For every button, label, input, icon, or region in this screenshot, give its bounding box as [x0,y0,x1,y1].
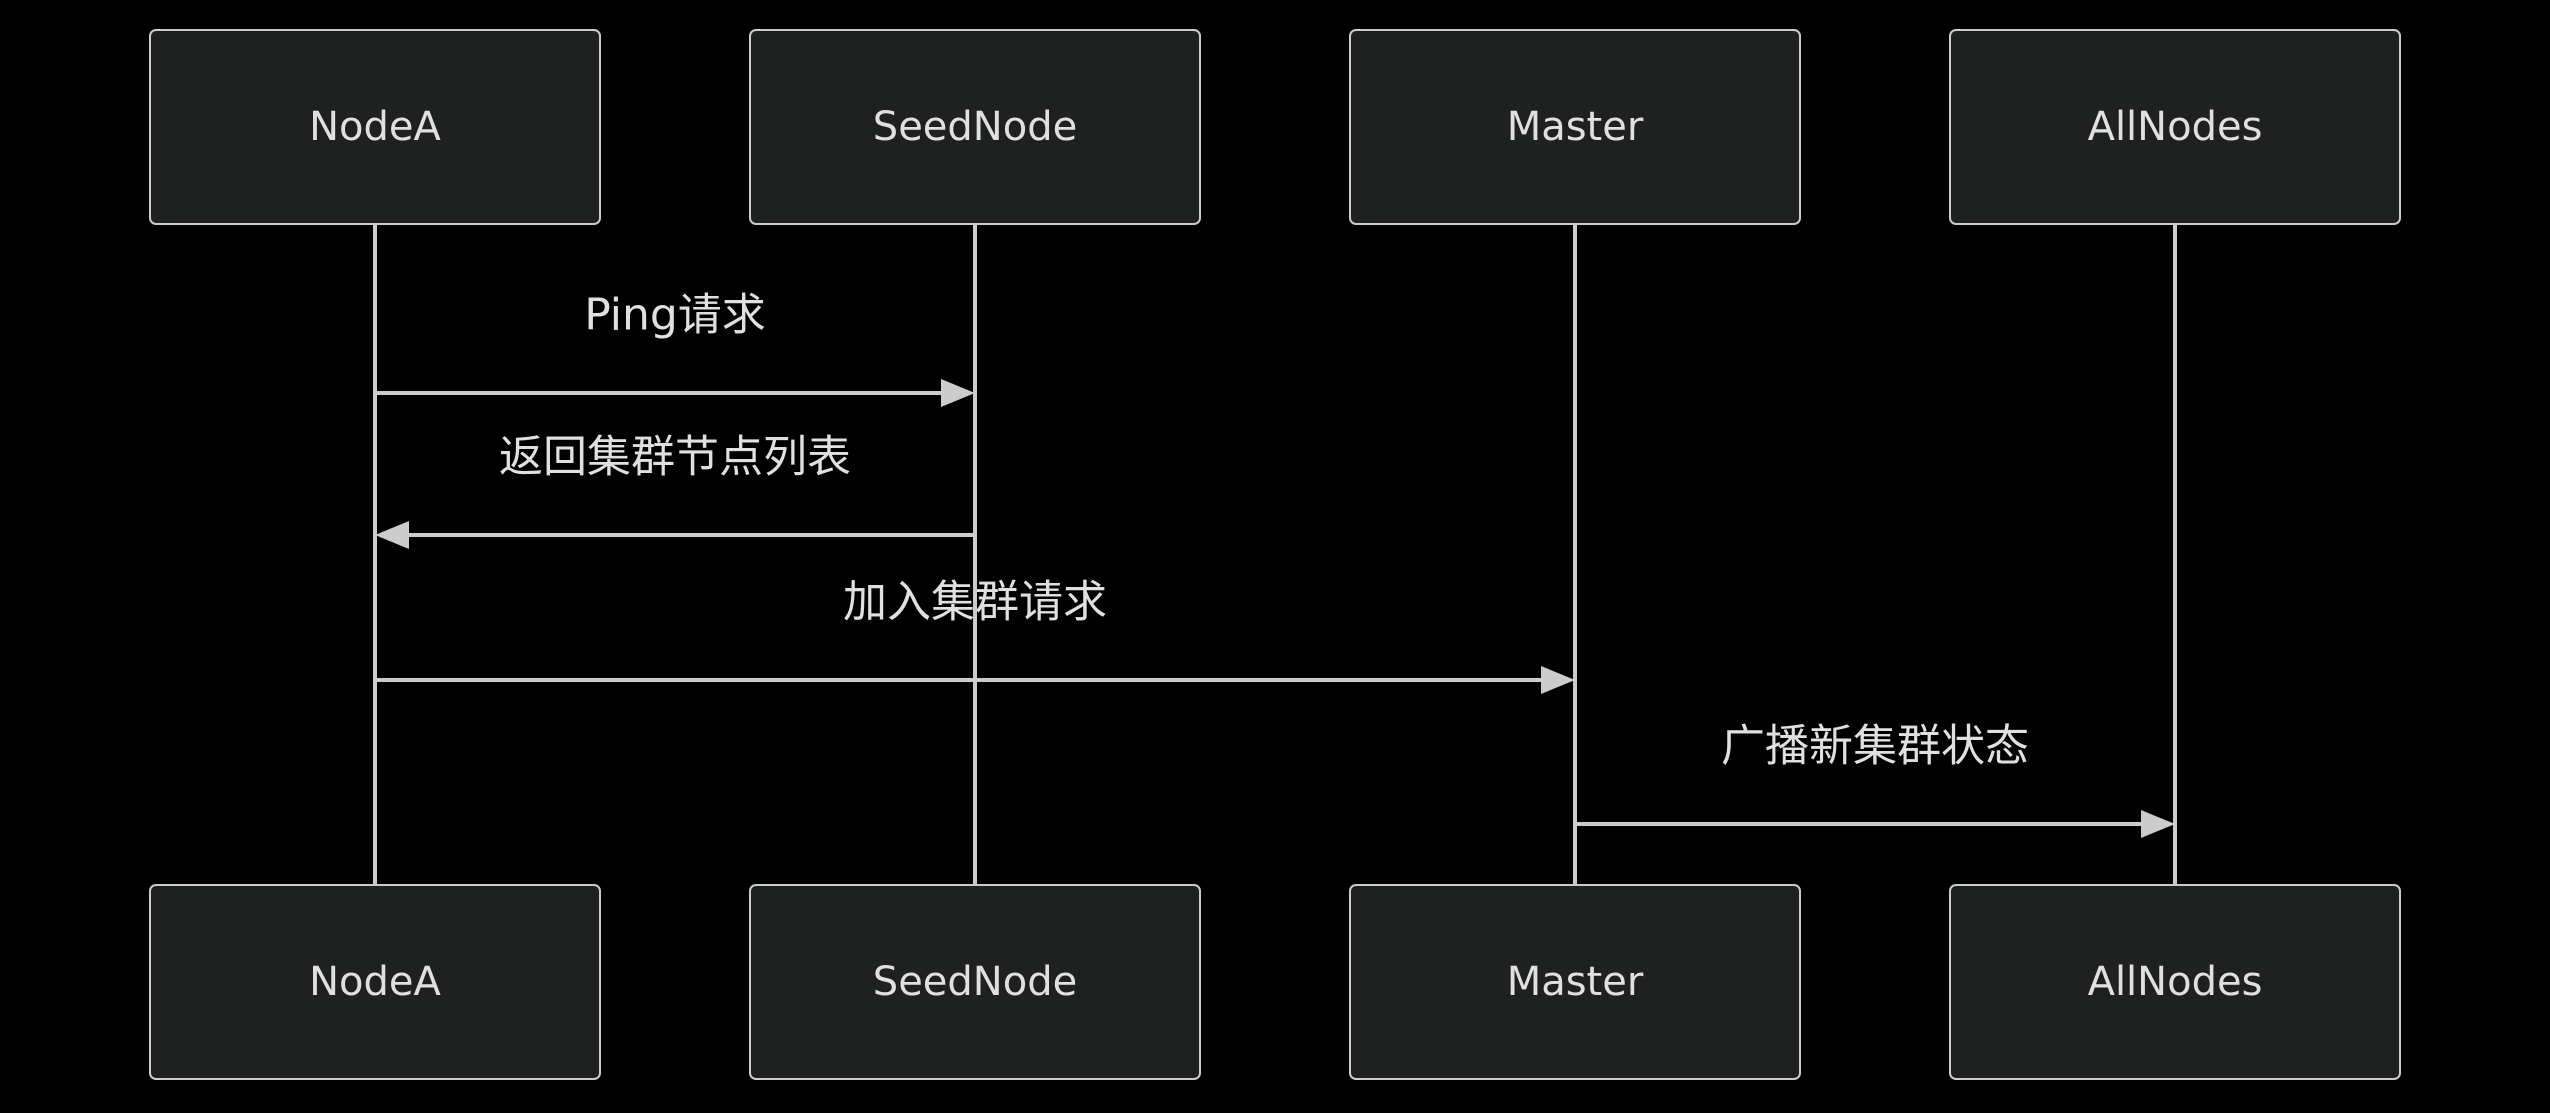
participant-seednode-bottom[interactable]: SeedNode [749,884,1201,1080]
message-label: 广播新集群状态 [1721,721,2029,772]
participant-label: NodeA [309,104,441,150]
participants: NodeA NodeA SeedNode SeedNode Master Master Al… [149,29,2401,1080]
arrowhead [941,379,975,407]
message-label: 加入集群请求 [843,577,1107,628]
participant-label: NodeA [309,959,441,1005]
participant-master-top[interactable]: Master [1349,29,1801,225]
message-label: Ping请求 [584,290,766,341]
message-label: 返回集群节点列表 [499,432,851,483]
messages: Ping请求返回集群节点列表加入集群请求广播新集群状态 [375,290,2175,838]
arrowhead [1541,666,1575,694]
message-2: 返回集群节点列表 [375,432,975,549]
message-4: 广播新集群状态 [1575,721,2175,838]
participant-label: SeedNode [873,104,1077,150]
participant-allnodes-top[interactable]: AllNodes [1949,29,2401,225]
participant-label: Master [1507,959,1644,1005]
participant-nodea-bottom[interactable]: NodeA [149,884,601,1080]
participant-label: Master [1507,104,1644,150]
participant-allnodes-bottom[interactable]: AllNodes [1949,884,2401,1080]
arrowhead [2141,810,2175,838]
participant-label: AllNodes [2088,959,2263,1005]
message-1: Ping请求 [375,290,975,407]
arrowhead [375,521,409,549]
participant-label: AllNodes [2088,104,2263,150]
participant-master-bottom[interactable]: Master [1349,884,1801,1080]
participant-nodea-top[interactable]: NodeA [149,29,601,225]
participant-label: SeedNode [873,959,1077,1005]
participant-seednode-top[interactable]: SeedNode [749,29,1201,225]
sequence-diagram: Ping请求返回集群节点列表加入集群请求广播新集群状态 NodeA NodeA Se… [149,29,2401,1080]
